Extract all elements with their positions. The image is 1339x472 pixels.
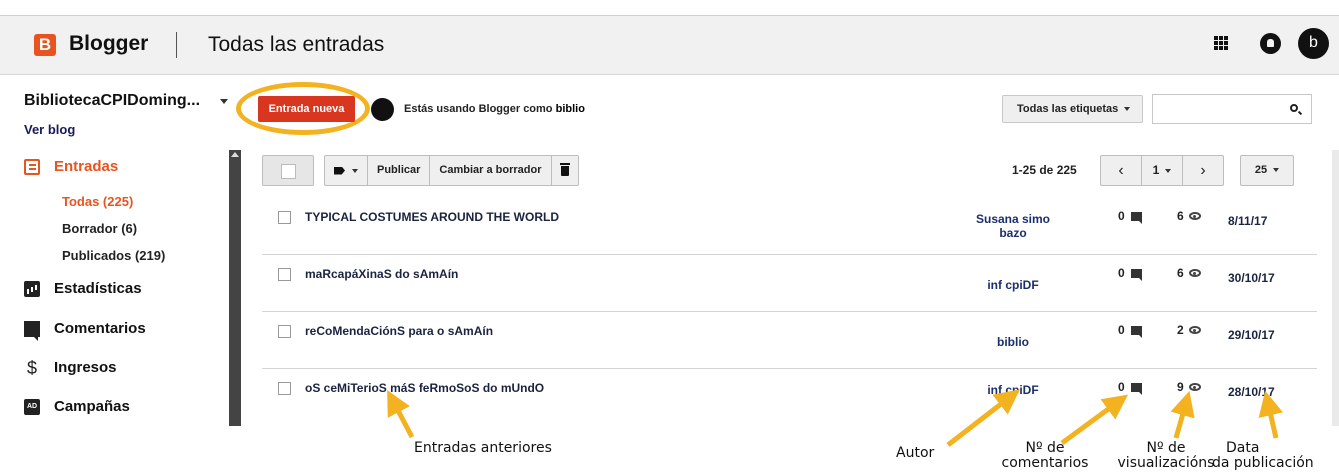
annotation-views: Nº de visualizacións <box>1117 440 1215 471</box>
annotation-arrows <box>387 389 1283 447</box>
arrow-date <box>1258 390 1283 439</box>
annotation-author: Autor <box>896 445 935 461</box>
annotation-previous-posts: Entradas anteriores <box>414 440 552 456</box>
arrow-author <box>946 389 1020 447</box>
arrow-views <box>1170 390 1195 439</box>
annotation-comments: Nº de comentarios <box>1001 440 1089 471</box>
annotation-date: Data da publicación <box>1212 440 1314 471</box>
arrow-previous-posts <box>387 389 415 439</box>
arrow-comments <box>1060 394 1129 446</box>
